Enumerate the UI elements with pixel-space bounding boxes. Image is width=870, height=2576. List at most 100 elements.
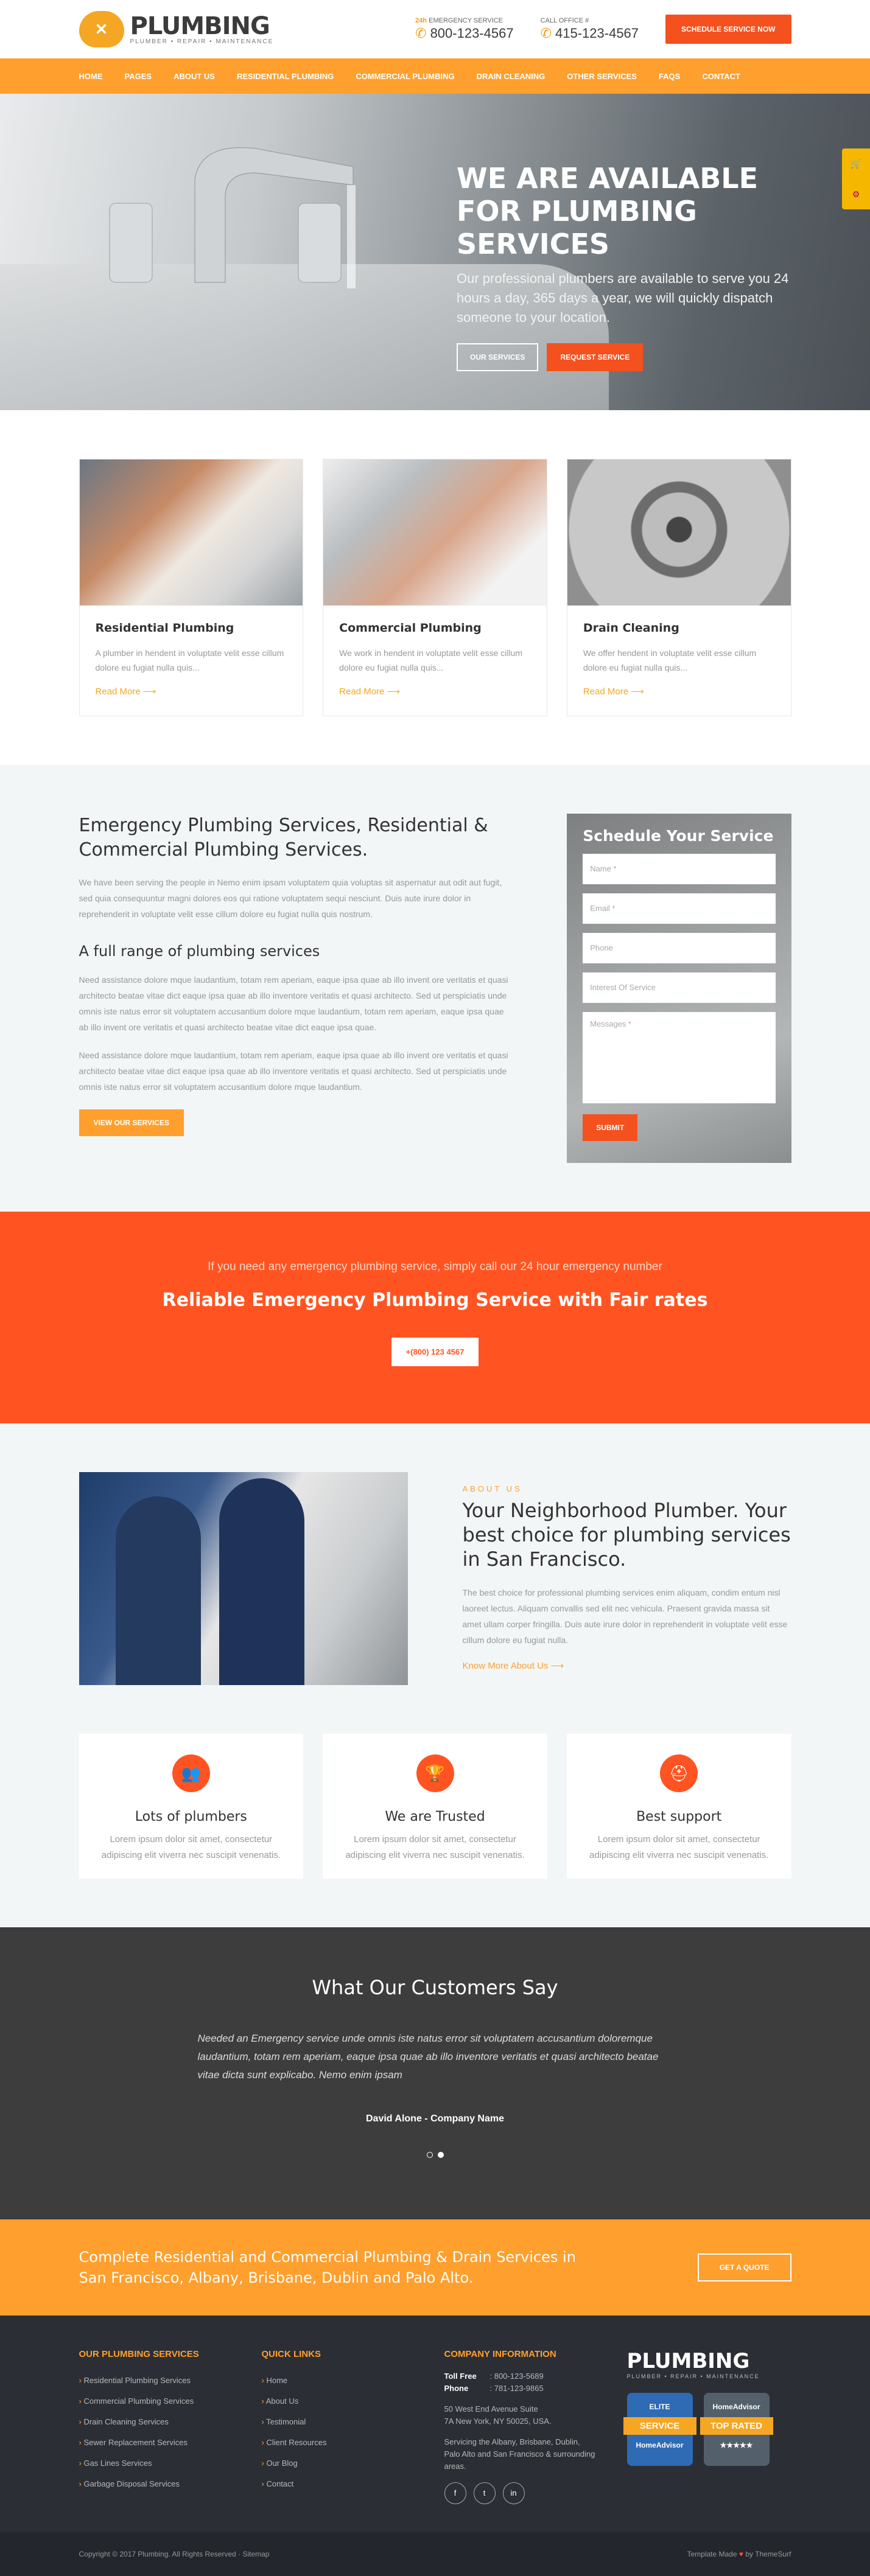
badge-bottom: HomeAdvisor bbox=[636, 2441, 684, 2449]
support-icon: ⛑ bbox=[660, 1754, 698, 1792]
arrow-right-icon: ⟶ bbox=[631, 686, 644, 697]
call-button[interactable]: +(800) 123 4567 bbox=[391, 1338, 479, 1366]
footer-link[interactable]: Contact bbox=[262, 2474, 444, 2494]
service-areas: Servicing the Albany, Brisbane, Dublin, … bbox=[444, 2437, 595, 2471]
nav-home[interactable]: HOME bbox=[79, 72, 103, 81]
cta-line2: Reliable Emergency Plumbing Service with… bbox=[162, 1290, 708, 1311]
testimonial-quote: Needed an Emergency service unde omnis i… bbox=[197, 2033, 659, 2081]
faucet-image bbox=[109, 147, 356, 288]
emergency-section: Emergency Plumbing Services, Residential… bbox=[0, 765, 870, 1212]
badge-top: ELITE bbox=[649, 2403, 670, 2411]
office-label: CALL OFFICE # bbox=[540, 17, 589, 24]
carousel-dot[interactable] bbox=[437, 2152, 444, 2158]
nav-pages[interactable]: PAGES bbox=[125, 72, 152, 81]
service-title[interactable]: Commercial Plumbing bbox=[339, 621, 531, 635]
read-more-link[interactable]: Read More ⟶ bbox=[339, 686, 400, 697]
emergency-contact: 24h EMERGENCY SERVICE ✆ 800-123-4567 bbox=[415, 17, 513, 41]
name-field[interactable]: Name * bbox=[583, 854, 776, 884]
interest-field[interactable]: Interest Of Service bbox=[583, 972, 776, 1003]
site-footer: OUR PLUMBING SERVICES Residential Plumbi… bbox=[0, 2316, 870, 2532]
know-more-link[interactable]: Know More About Us ⟶ bbox=[463, 1660, 564, 1671]
emergency-title: Emergency Plumbing Services, Residential… bbox=[79, 815, 488, 860]
nav-drain-cleaning[interactable]: DRAIN CLEANING bbox=[477, 72, 546, 81]
service-image bbox=[567, 459, 791, 606]
credit-author[interactable]: by ThemeSurf bbox=[745, 2550, 791, 2558]
footer-link[interactable]: Commercial Plumbing Services bbox=[79, 2391, 262, 2412]
hero-title: WE ARE AVAILABLE FOR PLUMBING SERVICES bbox=[457, 162, 759, 260]
nav-residential-plumbing[interactable]: RESIDENTIAL PLUMBING bbox=[237, 72, 334, 81]
testimonial-author: David Alone - Company Name bbox=[365, 2114, 504, 2124]
nav-about-us[interactable]: ABOUT US bbox=[174, 72, 215, 81]
cta-line1: If you need any emergency plumbing servi… bbox=[208, 1260, 662, 1273]
nav-contact[interactable]: CONTACT bbox=[702, 72, 740, 81]
emergency-paragraph: Need assistance dolore mque laudantium, … bbox=[79, 975, 508, 1032]
messages-field[interactable]: Messages * bbox=[583, 1012, 776, 1103]
footer-heading: QUICK LINKS bbox=[261, 2349, 321, 2359]
trophy-icon: 🏆 bbox=[416, 1754, 454, 1792]
facebook-icon[interactable]: f bbox=[444, 2482, 466, 2504]
our-services-button[interactable]: OUR SERVICES bbox=[457, 343, 539, 371]
hero-text: Our professional plumbers are available … bbox=[457, 271, 789, 325]
toll-free-number[interactable]: : 800-123-5689 bbox=[490, 2372, 544, 2381]
footer-link[interactable]: Home bbox=[262, 2370, 444, 2391]
schedule-service-button[interactable]: SCHEDULE SERVICE NOW bbox=[665, 15, 791, 44]
brand-tagline: PLUMBER • REPAIR • MAINTENANCE bbox=[130, 38, 274, 45]
footer-link[interactable]: Drain Cleaning Services bbox=[79, 2412, 262, 2432]
email-field[interactable]: Email * bbox=[583, 893, 776, 924]
read-more-link[interactable]: Read More ⟶ bbox=[96, 686, 156, 697]
submit-button[interactable]: SUBMIT bbox=[583, 1114, 638, 1141]
view-services-button[interactable]: VIEW OUR SERVICES bbox=[79, 1109, 184, 1136]
features-section: 👥 Lots of plumbers Lorem ipsum dolor sit… bbox=[0, 1734, 870, 1927]
feature-text: Lorem ipsum dolor sit amet, consectetur … bbox=[345, 1834, 525, 1860]
request-service-button[interactable]: REQUEST SERVICE bbox=[547, 343, 644, 371]
footer-link[interactable]: Gas Lines Services bbox=[79, 2453, 262, 2474]
twitter-icon[interactable]: t bbox=[473, 2482, 496, 2504]
emergency-phone[interactable]: 800-123-4567 bbox=[430, 26, 514, 41]
footer-link[interactable]: Our Blog bbox=[262, 2453, 444, 2474]
get-quote-button[interactable]: GET A QUOTE bbox=[697, 2253, 791, 2281]
emergency-label: EMERGENCY SERVICE bbox=[429, 17, 503, 24]
service-card: Residential Plumbing A plumber in henden… bbox=[79, 459, 304, 716]
phone-field[interactable]: Phone bbox=[583, 933, 776, 963]
footer-link[interactable]: Garbage Disposal Services bbox=[79, 2474, 262, 2494]
emergency-highlight: 24h bbox=[415, 17, 427, 24]
about-text: The best choice for professional plumbin… bbox=[462, 1588, 788, 1645]
phone-label: Phone bbox=[444, 2384, 469, 2393]
phone-icon: ✆ bbox=[540, 26, 552, 41]
linkedin-icon[interactable]: in bbox=[502, 2482, 525, 2504]
footer-link[interactable]: About Us bbox=[262, 2391, 444, 2412]
footer-link[interactable]: Testimonial bbox=[262, 2412, 444, 2432]
office-phone[interactable]: 415-123-4567 bbox=[555, 26, 639, 41]
phone-number[interactable]: : 781-123-9865 bbox=[490, 2384, 544, 2393]
service-title[interactable]: Residential Plumbing bbox=[96, 621, 287, 635]
cart-icon[interactable]: 🛒 bbox=[842, 148, 870, 179]
know-more-label: Know More About Us bbox=[462, 1661, 549, 1671]
footer-link[interactable]: Residential Plumbing Services bbox=[79, 2370, 262, 2391]
read-more-link[interactable]: Read More ⟶ bbox=[583, 686, 644, 697]
wrench-icon: ✕ bbox=[79, 11, 124, 47]
testimonials-section: What Our Customers Say Needed an Emergen… bbox=[0, 1927, 870, 2219]
footer-link[interactable]: Sewer Replacement Services bbox=[79, 2432, 262, 2453]
nav-commercial-plumbing[interactable]: COMMERCIAL PLUMBING bbox=[356, 72, 454, 81]
logo[interactable]: ✕ PLUMBING PLUMBER • REPAIR • MAINTENANC… bbox=[79, 11, 274, 47]
carousel-dot[interactable] bbox=[426, 2152, 433, 2158]
nav-other-services[interactable]: OTHER SERVICES bbox=[567, 72, 637, 81]
about-label: ABOUT US bbox=[462, 1484, 522, 1493]
heart-icon: ♥ bbox=[738, 2550, 743, 2558]
footer-link[interactable]: Client Resources bbox=[262, 2432, 444, 2453]
stars-icon: ★★★★★ bbox=[720, 2441, 753, 2449]
quote-strip: Complete Residential and Commercial Plum… bbox=[0, 2219, 870, 2316]
read-more-label: Read More bbox=[339, 686, 385, 697]
feature-text: Lorem ipsum dolor sit amet, consectetur … bbox=[589, 1834, 769, 1860]
nav-faqs[interactable]: FAQS bbox=[659, 72, 680, 81]
feature-title: Lots of plumbers bbox=[135, 1809, 247, 1824]
toll-free-label: Toll Free bbox=[444, 2372, 477, 2381]
service-card: Commercial Plumbing We work in hendent i… bbox=[323, 459, 547, 716]
footer-heading: COMPANY INFORMATION bbox=[444, 2349, 556, 2359]
feature-title: Best support bbox=[636, 1809, 722, 1824]
gear-icon[interactable]: ⚙ bbox=[842, 179, 870, 209]
service-title[interactable]: Drain Cleaning bbox=[583, 621, 775, 635]
service-image bbox=[79, 459, 303, 606]
footer-company-info: COMPANY INFORMATION Toll Free : 800-123-5… bbox=[444, 2349, 627, 2504]
sitemap-link[interactable]: Sitemap bbox=[242, 2550, 269, 2558]
